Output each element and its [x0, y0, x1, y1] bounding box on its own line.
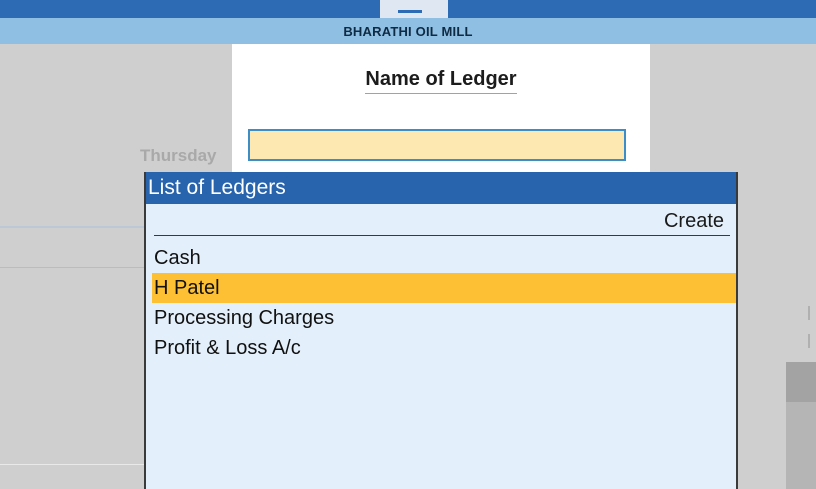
list-of-ledgers-popup: List of Ledgers Create Cash H Patel Proc… — [144, 172, 738, 489]
window-tab[interactable] — [380, 0, 448, 18]
minimize-icon[interactable] — [398, 10, 422, 13]
create-ledger-button[interactable]: Create — [664, 210, 724, 233]
backdrop-side-mark — [808, 306, 816, 320]
backdrop-divider — [0, 267, 146, 268]
company-name-bar: BHARATHI OIL MILL — [0, 18, 816, 44]
list-divider — [154, 235, 730, 236]
backdrop-side-mark — [808, 334, 816, 348]
ledger-name-panel: Name of Ledger — [232, 44, 650, 174]
ledger-item-cash[interactable]: Cash — [152, 243, 736, 273]
ledger-item-profit-and-loss[interactable]: Profit & Loss A/c — [152, 333, 736, 363]
ledger-item-h-patel[interactable]: H Patel — [152, 273, 736, 303]
list-of-ledgers-header: List of Ledgers — [146, 172, 736, 204]
ledger-name-input[interactable] — [248, 129, 626, 161]
tally-screen: BHARATHI OIL MILL Thursday Name of Ledge… — [0, 0, 816, 489]
backdrop-divider — [0, 464, 146, 465]
list-of-ledgers-title: List of Ledgers — [148, 176, 286, 199]
ledger-form-title-text: Name of Ledger — [365, 68, 517, 94]
ledger-list: Cash H Patel Processing Charges Profit &… — [152, 243, 736, 363]
company-name: BHARATHI OIL MILL — [343, 23, 473, 39]
ledger-item-processing-charges[interactable]: Processing Charges — [152, 303, 736, 333]
background-date: Thursday — [140, 146, 217, 165]
ledger-form-title: Name of Ledger — [232, 68, 650, 94]
backdrop-side-panel-header — [786, 362, 816, 402]
backdrop-divider — [0, 226, 146, 228]
